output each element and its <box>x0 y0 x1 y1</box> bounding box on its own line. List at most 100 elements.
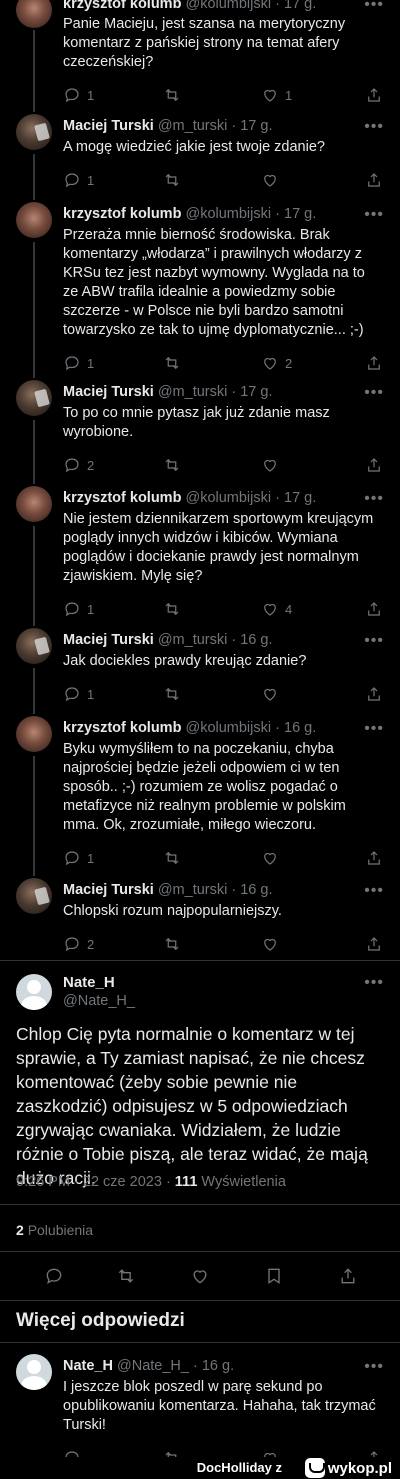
author-handle[interactable]: @m_turski <box>158 882 228 898</box>
retweet-button[interactable] <box>163 456 187 474</box>
more-replies-heading: Więcej odpowiedzi <box>16 1310 185 1331</box>
more-icon[interactable]: ••• <box>364 118 384 136</box>
retweet-button[interactable] <box>163 849 187 867</box>
tweet-time[interactable]: 16 g. <box>202 1358 234 1374</box>
author-handle[interactable]: @Nate_H_ <box>117 1358 189 1374</box>
more-icon[interactable]: ••• <box>364 632 384 650</box>
reply-button[interactable]: 1 <box>63 86 94 104</box>
retweet-button[interactable] <box>163 685 187 703</box>
reply-count: 1 <box>87 686 95 702</box>
tweet-date[interactable]: 22 cze 2023 <box>83 1174 162 1190</box>
author-name[interactable]: krzysztof kolumb <box>63 0 181 12</box>
retweet-icon <box>165 602 179 616</box>
author-handle[interactable]: @kolumbijski <box>185 206 271 222</box>
reply-button[interactable]: 2 <box>63 456 94 474</box>
more-icon[interactable]: ••• <box>364 490 384 508</box>
reply-button[interactable]: 1 <box>63 600 94 618</box>
retweet-button[interactable] <box>163 171 187 189</box>
reply-button[interactable]: 1 <box>63 685 94 703</box>
retweet-button[interactable] <box>163 86 187 104</box>
like-button[interactable]: 4 <box>261 600 292 618</box>
thread-line <box>33 668 35 714</box>
main-author-name[interactable]: Nate_H <box>63 974 115 991</box>
bookmark-icon[interactable] <box>264 1266 284 1286</box>
more-icon[interactable]: ••• <box>364 206 384 224</box>
author-handle[interactable]: @m_turski <box>158 384 228 400</box>
share-button[interactable] <box>365 849 383 867</box>
author-name[interactable]: krzysztof kolumb <box>63 206 181 222</box>
like-button[interactable] <box>261 849 285 867</box>
tweet-header: krzysztof kolumb @kolumbijski · 17 g. <box>63 490 317 506</box>
more-icon[interactable]: ••• <box>364 384 384 402</box>
more-icon[interactable]: ••• <box>364 1358 384 1376</box>
reply-button[interactable]: 1 <box>63 171 94 189</box>
avatar[interactable] <box>16 1354 52 1390</box>
reply-button[interactable]: 1 <box>63 354 94 372</box>
share-button[interactable] <box>365 86 383 104</box>
tweet-time[interactable]: 16 g. <box>240 632 272 648</box>
retweet-button[interactable] <box>163 935 187 953</box>
tweet-header: krzysztof kolumb @kolumbijski · 17 g. <box>63 0 384 14</box>
more-icon[interactable]: ••• <box>364 0 384 14</box>
like-button[interactable]: 2 <box>261 354 292 372</box>
reply-button[interactable]: 1 <box>63 849 94 867</box>
tweet-time[interactable]: 17 g. <box>284 0 316 12</box>
author-handle[interactable]: @kolumbijski <box>185 0 271 12</box>
heart-icon <box>264 688 276 701</box>
like-button[interactable] <box>261 685 285 703</box>
tweet-time[interactable]: 17 g. <box>284 206 316 222</box>
reply-icon[interactable] <box>44 1266 64 1286</box>
author-name[interactable]: Maciej Turski <box>63 384 154 400</box>
like-button[interactable] <box>261 456 285 474</box>
author-name[interactable]: Maciej Turski <box>63 632 154 648</box>
avatar[interactable] <box>16 486 52 522</box>
author-handle[interactable]: @kolumbijski <box>185 490 271 506</box>
more-icon[interactable]: ••• <box>364 974 384 992</box>
more-icon[interactable]: ••• <box>364 720 384 738</box>
share-button[interactable] <box>365 600 383 618</box>
retweet-icon <box>165 851 179 865</box>
like-button[interactable] <box>261 935 285 953</box>
author-name[interactable]: Maciej Turski <box>63 118 154 134</box>
avatar[interactable] <box>16 878 52 914</box>
avatar[interactable] <box>16 628 52 664</box>
avatar[interactable] <box>16 974 52 1010</box>
author-name[interactable]: krzysztof kolumb <box>63 490 181 506</box>
tweet-header: Maciej Turski @m_turski · 17 g. <box>63 118 273 134</box>
heart-icon[interactable] <box>190 1266 210 1286</box>
avatar[interactable] <box>16 114 52 150</box>
share-button[interactable] <box>365 685 383 703</box>
tweet-time[interactable]: 16 g. <box>284 720 316 736</box>
share-button[interactable] <box>365 935 383 953</box>
tweet-header: Maciej Turski @m_turski · 16 g. <box>63 632 273 648</box>
main-author-handle[interactable]: @Nate_H_ <box>63 993 135 1009</box>
author-name[interactable]: Nate_H <box>63 1358 113 1374</box>
share-button[interactable] <box>365 354 383 372</box>
author-handle[interactable]: @m_turski <box>158 118 228 134</box>
share-button[interactable] <box>365 171 383 189</box>
author-name[interactable]: Maciej Turski <box>63 882 154 898</box>
share-button[interactable] <box>365 456 383 474</box>
author-name[interactable]: krzysztof kolumb <box>63 720 181 736</box>
share-icon[interactable] <box>338 1266 358 1286</box>
like-button[interactable] <box>261 171 285 189</box>
author-handle[interactable]: @m_turski <box>158 632 228 648</box>
author-handle[interactable]: @kolumbijski <box>185 720 271 736</box>
tweet-time[interactable]: 9:26 PM <box>16 1174 70 1190</box>
share-icon <box>368 88 380 102</box>
retweet-button[interactable] <box>163 600 187 618</box>
tweet-time[interactable]: 17 g. <box>240 118 272 134</box>
retweet-button[interactable] <box>163 354 187 372</box>
reply-button[interactable]: 2 <box>63 935 94 953</box>
avatar[interactable] <box>16 202 52 238</box>
tweet-time[interactable]: 17 g. <box>240 384 272 400</box>
tweet-time[interactable]: 17 g. <box>284 490 316 506</box>
likes-summary[interactable]: 2 Polubienia <box>16 1222 93 1238</box>
avatar[interactable] <box>16 380 52 416</box>
avatar[interactable] <box>16 0 52 28</box>
retweet-icon[interactable] <box>116 1266 136 1286</box>
tweet-time[interactable]: 16 g. <box>240 882 272 898</box>
more-icon[interactable]: ••• <box>364 882 384 900</box>
like-button[interactable]: 1 <box>261 86 292 104</box>
avatar[interactable] <box>16 716 52 752</box>
